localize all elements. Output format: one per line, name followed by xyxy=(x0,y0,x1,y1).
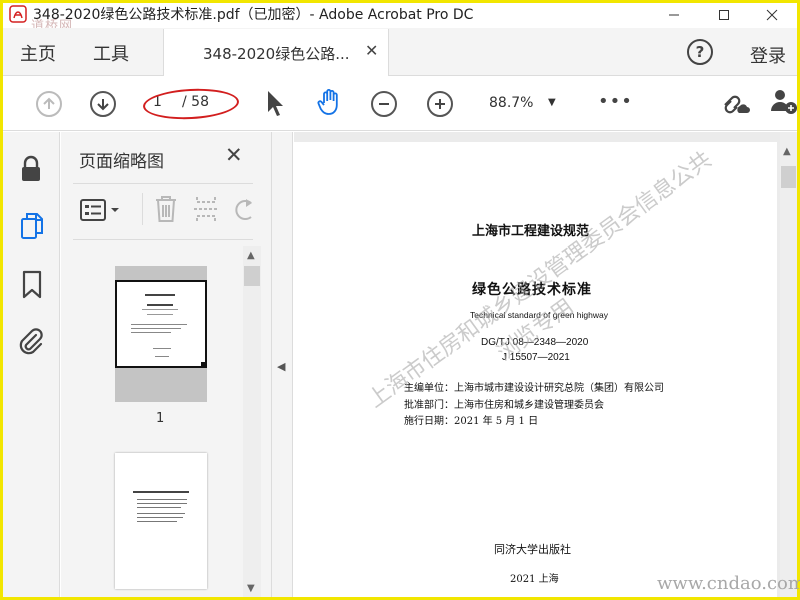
lock-icon[interactable] xyxy=(19,155,43,183)
help-icon[interactable]: ? xyxy=(687,39,713,65)
minus-icon xyxy=(379,103,389,105)
thumbnail-viewport-frame xyxy=(115,280,207,368)
scroll-up-icon[interactable]: ▲ xyxy=(783,146,791,157)
plus-icon xyxy=(435,99,445,109)
divider xyxy=(73,239,253,240)
more-tools-icon[interactable]: ••• xyxy=(598,91,633,112)
tab-close-icon[interactable]: ✕ xyxy=(365,41,378,60)
share-link-icon[interactable] xyxy=(719,89,751,117)
login-button[interactable]: 登录 xyxy=(750,42,786,68)
doc-year-place: 2021 上海 xyxy=(510,574,559,585)
scroll-thumb[interactable] xyxy=(781,166,796,188)
window-title: 348-2020绿色公路技术标准.pdf（已加密）- Adobe Acrobat… xyxy=(33,7,474,23)
delete-icon[interactable] xyxy=(153,195,179,223)
thumbnail-scrollbar[interactable]: ▲ ▼ xyxy=(243,246,261,597)
rotate-icon[interactable] xyxy=(233,195,255,223)
arrow-up-icon xyxy=(43,97,55,109)
minimize-icon xyxy=(669,14,679,16)
toolbar xyxy=(3,77,797,131)
scroll-thumb[interactable] xyxy=(244,266,260,286)
minimize-button[interactable] xyxy=(657,3,691,27)
window-close-button[interactable] xyxy=(755,3,789,27)
zoom-out-button[interactable] xyxy=(371,91,397,117)
arrow-down-icon xyxy=(97,99,109,111)
maximize-button[interactable] xyxy=(707,3,741,27)
zoom-in-button[interactable] xyxy=(427,91,453,117)
left-tool-strip xyxy=(3,132,60,597)
chevron-down-icon[interactable]: ▼ xyxy=(548,97,556,108)
next-page-button[interactable] xyxy=(90,91,116,117)
collapse-pane-icon[interactable]: ◀ xyxy=(277,360,285,373)
doc-publisher: 同济大学出版社 xyxy=(494,543,571,556)
previous-page-button[interactable] xyxy=(36,91,62,117)
scroll-up-icon[interactable]: ▲ xyxy=(247,250,255,261)
thumbnail-options-icon[interactable] xyxy=(79,197,127,223)
site-url-watermark: www.cndao.com xyxy=(657,573,800,594)
thumbnail-pane-title: 页面缩略图 xyxy=(79,152,164,172)
attachment-icon[interactable] xyxy=(17,325,45,357)
menu-home[interactable]: 主页 xyxy=(20,40,56,66)
divider xyxy=(142,193,143,225)
add-user-icon[interactable] xyxy=(769,87,797,117)
extract-page-icon[interactable] xyxy=(193,195,219,223)
hand-tool-icon[interactable] xyxy=(315,87,345,117)
thumbnail-page-number: 1 xyxy=(156,411,165,426)
close-pane-icon[interactable]: ✕ xyxy=(225,143,243,167)
scroll-down-icon[interactable]: ▼ xyxy=(247,583,255,594)
document-tab-label: 348-2020绿色公路... xyxy=(203,45,350,63)
maximize-icon xyxy=(719,10,729,20)
close-icon xyxy=(766,9,778,21)
thumbnail-page-1[interactable] xyxy=(115,266,207,402)
zoom-level-select[interactable]: 88.7% xyxy=(489,95,533,111)
select-cursor-icon[interactable] xyxy=(265,89,287,117)
menu-tools[interactable]: 工具 xyxy=(93,40,129,66)
bookmark-icon[interactable] xyxy=(21,270,43,300)
thumbnail-page-2[interactable] xyxy=(115,453,207,589)
acrobat-logo-icon xyxy=(9,5,27,23)
document-scrollbar[interactable]: ▲ xyxy=(780,132,797,597)
divider xyxy=(73,183,253,184)
page-thumbnails-icon[interactable] xyxy=(19,211,45,241)
